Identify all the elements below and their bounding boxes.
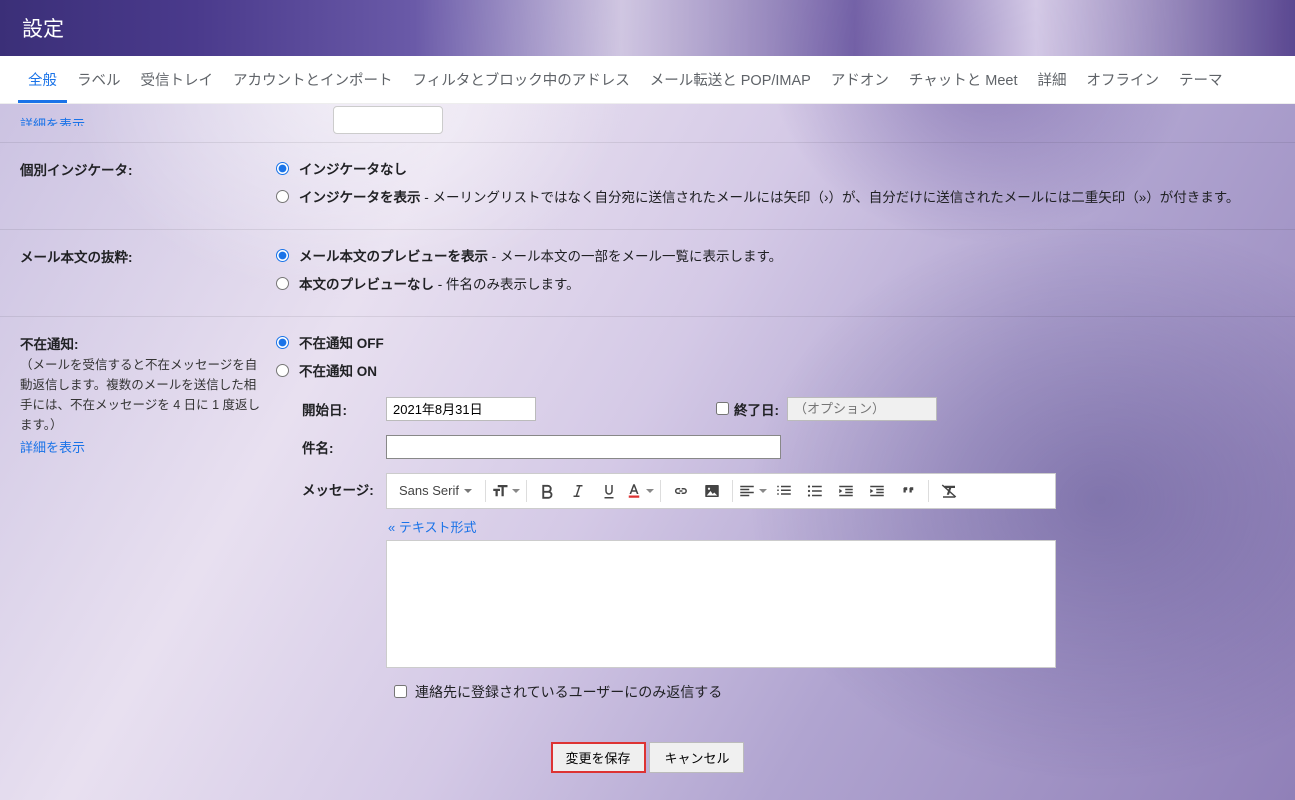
editor-toolbar: Sans Serif [386,473,1056,509]
tab-chat-meet[interactable]: チャットと Meet [899,56,1028,103]
ordered-list-icon [775,482,793,500]
message-label: メッセージ: [276,473,386,499]
tab-forwarding[interactable]: メール転送と POP/IMAP [640,56,821,103]
end-date-input[interactable] [787,397,937,421]
contacts-only-label: 連絡先に登録されているユーザーにのみ返信する [415,682,722,702]
underline-button[interactable] [594,477,624,505]
radio-indicator-show[interactable] [276,190,289,203]
text-color-icon [625,482,643,500]
tab-general[interactable]: 全般 [18,56,67,103]
start-date-label: 開始日: [276,399,386,419]
text-size-icon [491,482,509,500]
subject-input[interactable] [386,435,781,459]
bold-button[interactable] [532,477,562,505]
settings-content: 詳細を表示 個別インジケータ: インジケータなし インジケータを表示 - メーリ… [0,104,1295,793]
vacation-on-label: 不在通知 ON [299,364,377,379]
clear-format-icon [940,482,958,500]
align-button[interactable] [738,477,768,505]
link-icon [672,482,690,500]
italic-button[interactable] [563,477,593,505]
vacation-desc: （メールを受信すると不在メッセージを自動返信します。複数のメールを送信した相手に… [20,355,268,435]
radio-snippet-show[interactable] [276,249,289,262]
section-personal-indicators: 個別インジケータ: インジケータなし インジケータを表示 - メーリングリストで… [0,142,1295,229]
end-date-label: 終了日: [734,399,779,419]
indicator-show-desc: - メーリングリストではなく自分宛に送信されたメールには矢印（›）が、自分だけに… [421,190,1240,205]
start-date-input[interactable] [386,397,536,421]
contacts-only-checkbox[interactable] [394,685,407,698]
message-editor[interactable] [386,540,1056,668]
tab-accounts[interactable]: アカウントとインポート [223,56,403,103]
align-left-icon [738,482,756,500]
quote-button[interactable] [893,477,923,505]
plain-text-link[interactable]: « テキスト形式 [388,517,476,536]
snippet-show-desc: - メール本文の一部をメール一覧に表示します。 [488,249,782,264]
radio-indicator-none[interactable] [276,162,289,175]
font-family-value: Sans Serif [399,483,459,498]
tab-filters[interactable]: フィルタとブロック中のアドレス [403,56,640,103]
image-button[interactable] [697,477,727,505]
indent-icon [868,482,886,500]
settings-header: 設定 [0,0,1295,56]
bullet-list-icon [806,482,824,500]
radio-vacation-on[interactable] [276,364,289,377]
bold-icon [538,482,556,500]
link-button[interactable] [666,477,696,505]
italic-icon [569,482,587,500]
clear-format-button[interactable] [934,477,964,505]
snippet-none-desc: - 件名のみ表示します。 [434,277,580,292]
tab-inbox[interactable]: 受信トレイ [131,56,224,103]
underline-icon [600,482,618,500]
indicator-show-label: インジケータを表示 [299,190,421,205]
chevron-down-icon [464,489,472,497]
font-family-select[interactable]: Sans Serif [391,483,480,498]
quote-icon [899,482,917,500]
subject-label: 件名: [276,437,386,457]
snippets-label: メール本文の抜粋: [20,246,268,266]
save-button[interactable]: 変更を保存 [551,742,646,773]
truncated-link[interactable]: 詳細を表示 [20,114,85,126]
tab-themes[interactable]: テーマ [1169,56,1233,103]
truncated-button[interactable] [333,106,443,134]
page-title: 設定 [22,13,64,43]
radio-vacation-off[interactable] [276,336,289,349]
bullet-list-button[interactable] [800,477,830,505]
section-vacation: 不在通知: （メールを受信すると不在メッセージを自動返信します。複数のメールを送… [0,316,1295,716]
indicators-label: 個別インジケータ: [20,159,268,179]
tab-addons[interactable]: アドオン [821,56,899,103]
font-size-button[interactable] [491,477,521,505]
radio-snippet-none[interactable] [276,277,289,290]
indicator-none-label: インジケータなし [299,162,407,177]
tab-advanced[interactable]: 詳細 [1027,56,1076,103]
indent-button[interactable] [862,477,892,505]
tab-labels[interactable]: ラベル [67,56,131,103]
outdent-button[interactable] [831,477,861,505]
image-icon [703,482,721,500]
ordered-list-button[interactable] [769,477,799,505]
outdent-icon [837,482,855,500]
vacation-off-label: 不在通知 OFF [299,336,384,351]
tab-offline[interactable]: オフライン [1076,56,1169,103]
snippet-show-label: メール本文のプレビューを表示 [299,249,488,264]
section-snippets: メール本文の抜粋: メール本文のプレビューを表示 - メール本文の一部をメール一… [0,229,1295,316]
vacation-detail-link[interactable]: 詳細を表示 [20,437,85,456]
text-color-button[interactable] [625,477,655,505]
end-date-checkbox[interactable] [716,402,729,415]
vacation-label: 不在通知: [20,333,268,353]
truncated-previous-section: 詳細を表示 [0,104,1295,142]
settings-tabs: 全般 ラベル 受信トレイ アカウントとインポート フィルタとブロック中のアドレス… [0,56,1295,104]
footer-buttons: 変更を保存 キャンセル [0,742,1295,773]
cancel-button[interactable]: キャンセル [649,742,744,773]
snippet-none-label: 本文のプレビューなし [299,277,434,292]
